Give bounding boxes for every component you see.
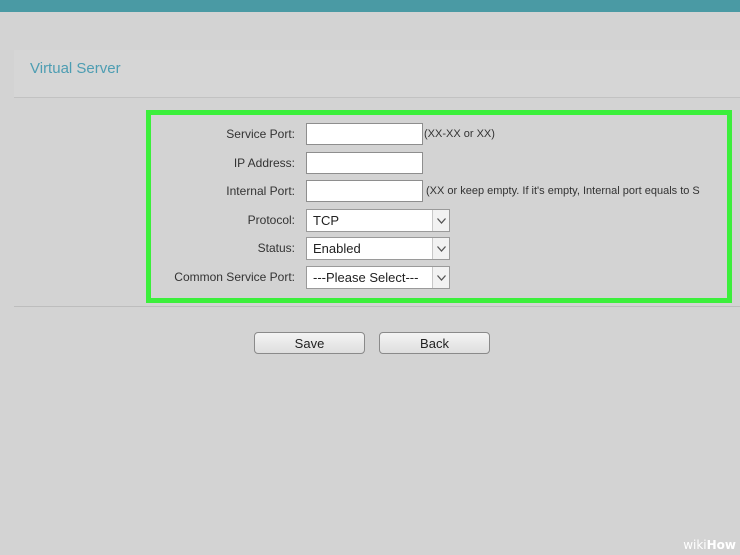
title-panel: Virtual Server bbox=[14, 50, 740, 98]
page-title: Virtual Server bbox=[30, 60, 121, 77]
service-port-row: Service Port: (XX-XX or XX) bbox=[151, 123, 727, 147]
common-service-port-selected-value: ---Please Select--- bbox=[313, 270, 419, 285]
internal-port-row: Internal Port: (XX or keep empty. If it'… bbox=[151, 180, 727, 204]
virtual-server-form: Service Port: (XX-XX or XX) IP Address: … bbox=[146, 110, 732, 303]
internal-port-hint: (XX or keep empty. If it's empty, Intern… bbox=[426, 185, 700, 197]
service-port-label: Service Port: bbox=[226, 127, 295, 141]
ip-address-label: IP Address: bbox=[233, 156, 295, 170]
ip-address-input[interactable] bbox=[306, 152, 423, 174]
internal-port-label: Internal Port: bbox=[226, 184, 295, 198]
back-button[interactable]: Back bbox=[379, 332, 490, 354]
status-selected-value: Enabled bbox=[313, 241, 361, 256]
wikihow-watermark: wikiHow bbox=[683, 538, 736, 552]
common-service-port-label: Common Service Port: bbox=[174, 270, 295, 284]
protocol-select[interactable]: TCP bbox=[306, 209, 450, 232]
common-service-port-row: Common Service Port: ---Please Select--- bbox=[151, 266, 727, 290]
chevron-down-icon[interactable] bbox=[432, 267, 449, 288]
panel-divider bbox=[14, 306, 740, 307]
internal-port-input[interactable] bbox=[306, 180, 423, 202]
top-bar bbox=[0, 0, 740, 12]
save-button[interactable]: Save bbox=[254, 332, 365, 354]
common-service-port-select[interactable]: ---Please Select--- bbox=[306, 266, 450, 289]
protocol-label: Protocol: bbox=[247, 213, 295, 227]
status-label: Status: bbox=[257, 241, 295, 255]
service-port-input[interactable] bbox=[306, 123, 423, 145]
chevron-down-icon[interactable] bbox=[432, 210, 449, 231]
status-select[interactable]: Enabled bbox=[306, 237, 450, 260]
service-port-hint: (XX-XX or XX) bbox=[424, 128, 495, 140]
protocol-selected-value: TCP bbox=[313, 213, 339, 228]
protocol-row: Protocol: TCP bbox=[151, 209, 727, 233]
watermark-wiki: wiki bbox=[683, 538, 707, 552]
ip-address-row: IP Address: bbox=[151, 152, 727, 176]
chevron-down-icon[interactable] bbox=[432, 238, 449, 259]
watermark-how: How bbox=[706, 538, 736, 552]
status-row: Status: Enabled bbox=[151, 237, 727, 261]
